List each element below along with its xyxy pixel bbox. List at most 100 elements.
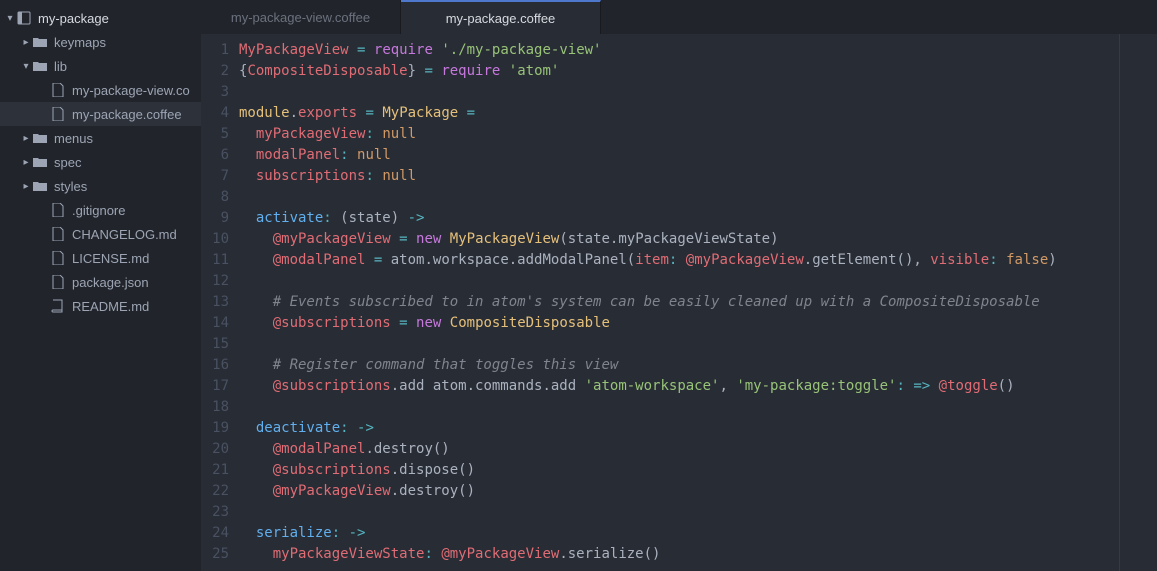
file-icon bbox=[50, 251, 66, 265]
tree-root[interactable]: ▾ my-package bbox=[0, 6, 201, 30]
code-line[interactable] bbox=[239, 82, 1157, 103]
tree-folder[interactable]: ▸menus bbox=[0, 126, 201, 150]
line-number[interactable]: 7 bbox=[201, 166, 229, 187]
code-line[interactable]: deactivate: -> bbox=[239, 418, 1157, 439]
folder-icon bbox=[32, 131, 48, 145]
tree-file[interactable]: package.json bbox=[0, 270, 201, 294]
folder-icon bbox=[32, 179, 48, 193]
line-number[interactable]: 9 bbox=[201, 208, 229, 229]
tree-item-label: spec bbox=[54, 155, 81, 170]
chevron-right-icon: ▸ bbox=[20, 181, 32, 192]
line-number[interactable]: 5 bbox=[201, 124, 229, 145]
line-number[interactable]: 8 bbox=[201, 187, 229, 208]
tree-item-label: CHANGELOG.md bbox=[72, 227, 177, 242]
line-number[interactable]: 14 bbox=[201, 313, 229, 334]
code-line[interactable]: @subscriptions.dispose() bbox=[239, 460, 1157, 481]
tab-active[interactable]: my-package.coffee bbox=[401, 0, 601, 34]
tree-folder[interactable]: ▸styles bbox=[0, 174, 201, 198]
file-icon bbox=[50, 227, 66, 241]
code-line[interactable]: # Register command that toggles this vie… bbox=[239, 355, 1157, 376]
tab-label: my-package.coffee bbox=[446, 11, 556, 26]
line-number[interactable]: 20 bbox=[201, 439, 229, 460]
line-number[interactable]: 19 bbox=[201, 418, 229, 439]
folder-icon bbox=[32, 59, 48, 73]
tree-item-label: LICENSE.md bbox=[72, 251, 149, 266]
tree-file[interactable]: my-package.coffee bbox=[0, 102, 201, 126]
code-line[interactable]: MyPackageView = require './my-package-vi… bbox=[239, 40, 1157, 61]
code-line[interactable]: myPackageViewState: @myPackageView.seria… bbox=[239, 544, 1157, 565]
tree-file[interactable]: README.md bbox=[0, 294, 201, 318]
code-line[interactable]: modalPanel: null bbox=[239, 145, 1157, 166]
line-number[interactable]: 6 bbox=[201, 145, 229, 166]
line-number[interactable]: 2 bbox=[201, 61, 229, 82]
line-number[interactable]: 1 bbox=[201, 40, 229, 61]
code-line[interactable]: @myPackageView = new MyPackageView(state… bbox=[239, 229, 1157, 250]
line-number[interactable]: 16 bbox=[201, 355, 229, 376]
line-number[interactable]: 4 bbox=[201, 103, 229, 124]
line-number[interactable]: 17 bbox=[201, 376, 229, 397]
tab-label: my-package-view.coffee bbox=[231, 10, 370, 25]
line-number[interactable]: 25 bbox=[201, 544, 229, 565]
folder-icon bbox=[32, 155, 48, 169]
code-line[interactable]: @modalPanel.destroy() bbox=[239, 439, 1157, 460]
tree-item-label: .gitignore bbox=[72, 203, 125, 218]
tab-inactive[interactable]: my-package-view.coffee bbox=[201, 0, 401, 34]
line-number[interactable]: 3 bbox=[201, 82, 229, 103]
line-number[interactable]: 11 bbox=[201, 250, 229, 271]
chevron-down-icon: ▾ bbox=[20, 61, 32, 72]
file-tree-sidebar[interactable]: ▾ my-package ▸keymaps ▾ lib my-package-view… bbox=[0, 0, 201, 571]
editor-body[interactable]: 1234567891011121314151617181920212223242… bbox=[201, 34, 1157, 571]
tab-spacer bbox=[601, 0, 1157, 34]
code-line[interactable]: myPackageView: null bbox=[239, 124, 1157, 145]
tree-folder[interactable]: ▾ lib bbox=[0, 54, 201, 78]
code-line[interactable]: {CompositeDisposable} = require 'atom' bbox=[239, 61, 1157, 82]
code-line[interactable]: @myPackageView.destroy() bbox=[239, 481, 1157, 502]
line-number[interactable]: 18 bbox=[201, 397, 229, 418]
tree-file[interactable]: my-package-view.co bbox=[0, 78, 201, 102]
code-line[interactable]: @modalPanel = atom.workspace.addModalPan… bbox=[239, 250, 1157, 271]
code-line[interactable]: module.exports = MyPackage = bbox=[239, 103, 1157, 124]
editor-pane: my-package-view.coffee my-package.coffee… bbox=[201, 0, 1157, 571]
line-number[interactable]: 24 bbox=[201, 523, 229, 544]
line-number[interactable]: 12 bbox=[201, 271, 229, 292]
tree-item-label: my-package-view.co bbox=[72, 83, 190, 98]
tree-item-label: lib bbox=[54, 59, 67, 74]
chevron-down-icon: ▾ bbox=[4, 13, 16, 24]
tree-file[interactable]: CHANGELOG.md bbox=[0, 222, 201, 246]
file-icon bbox=[50, 107, 66, 121]
tab-bar[interactable]: my-package-view.coffee my-package.coffee bbox=[201, 0, 1157, 34]
app-root: ▾ my-package ▸keymaps ▾ lib my-package-view… bbox=[0, 0, 1157, 571]
repo-icon bbox=[16, 11, 32, 25]
file-icon bbox=[50, 203, 66, 217]
line-number[interactable]: 15 bbox=[201, 334, 229, 355]
file-icon bbox=[50, 275, 66, 289]
tree-folder[interactable]: ▸ spec bbox=[0, 150, 201, 174]
line-number[interactable]: 13 bbox=[201, 292, 229, 313]
code-line[interactable]: @subscriptions.add atom.commands.add 'at… bbox=[239, 376, 1157, 397]
code-line[interactable]: activate: (state) -> bbox=[239, 208, 1157, 229]
code-line[interactable]: # Events subscribed to in atom's system … bbox=[239, 292, 1157, 313]
code-line[interactable] bbox=[239, 334, 1157, 355]
code-line[interactable]: serialize: -> bbox=[239, 523, 1157, 544]
code-line[interactable] bbox=[239, 271, 1157, 292]
tree-item-label: my-package.coffee bbox=[72, 107, 182, 122]
code-line[interactable] bbox=[239, 187, 1157, 208]
line-number[interactable]: 22 bbox=[201, 481, 229, 502]
line-number-gutter[interactable]: 1234567891011121314151617181920212223242… bbox=[201, 34, 239, 571]
line-number[interactable]: 23 bbox=[201, 502, 229, 523]
tree-folder[interactable]: ▸keymaps bbox=[0, 30, 201, 54]
tree-file[interactable]: LICENSE.md bbox=[0, 246, 201, 270]
code-line[interactable]: @subscriptions = new CompositeDisposable bbox=[239, 313, 1157, 334]
tree-item-label: menus bbox=[54, 131, 93, 146]
code-line[interactable] bbox=[239, 397, 1157, 418]
code-area[interactable]: MyPackageView = require './my-package-vi… bbox=[239, 34, 1157, 571]
code-line[interactable]: subscriptions: null bbox=[239, 166, 1157, 187]
code-line[interactable] bbox=[239, 502, 1157, 523]
tree-item-label: README.md bbox=[72, 299, 149, 314]
chevron-right-icon: ▸ bbox=[20, 157, 32, 168]
book-icon bbox=[50, 299, 66, 313]
chevron-right-icon: ▸ bbox=[20, 37, 32, 48]
line-number[interactable]: 21 bbox=[201, 460, 229, 481]
line-number[interactable]: 10 bbox=[201, 229, 229, 250]
tree-file[interactable]: .gitignore bbox=[0, 198, 201, 222]
